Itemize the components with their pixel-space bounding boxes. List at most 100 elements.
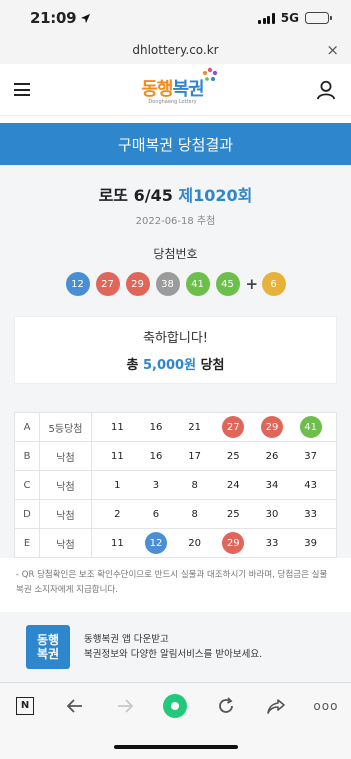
ticket-number: 3 xyxy=(152,479,160,491)
app-logo-line-1: 동행 xyxy=(36,633,60,647)
ticket-number: 11 xyxy=(110,450,124,462)
ticket-game-label: D xyxy=(14,499,40,529)
signal-icon xyxy=(258,12,275,24)
ticket-number: 33 xyxy=(265,537,279,549)
ticket-number: 39 xyxy=(304,537,317,549)
ticket-number: 6 xyxy=(152,508,160,520)
ticket-number: 26 xyxy=(265,450,279,462)
draw-title: 로또 6/45 제1020회 xyxy=(14,182,337,206)
prize-amount-line: 총 5,000원 당첨 xyxy=(126,354,224,373)
site-logo[interactable]: 동행복권 Donghaeng Lottery xyxy=(141,67,217,105)
winning-number-ball: 45 xyxy=(215,272,240,296)
ticket-numbers-cell: 11 16 17 25 26 37 xyxy=(91,441,337,471)
ticket-game-label: C xyxy=(14,470,40,500)
forward-button[interactable] xyxy=(110,691,140,721)
back-button[interactable] xyxy=(60,691,90,721)
winning-number-ball: 27 xyxy=(95,272,120,296)
more-button[interactable]: ooo xyxy=(311,691,341,721)
prize-prefix: 총 xyxy=(126,358,143,373)
winning-number-ball: 12 xyxy=(65,272,90,296)
draw-date: 2022-06-18 추첨 xyxy=(135,216,216,227)
ticket-rank: 낙첨 xyxy=(39,441,92,471)
app-logo: 동행 복권 xyxy=(26,625,70,669)
status-bar: 21:09 5G xyxy=(0,0,351,36)
status-time: 21:09 xyxy=(30,9,77,27)
more-icon: ooo xyxy=(313,698,339,713)
naver-n-icon: N xyxy=(16,696,35,715)
ticket-number: 21 xyxy=(188,421,201,433)
ticket-rank: 낙첨 xyxy=(39,499,92,529)
draw-name: 로또 6/45 xyxy=(98,186,173,205)
ticket-game-label: B xyxy=(14,441,40,471)
logo-subtitle: Donghaeng Lottery xyxy=(148,98,197,105)
app-logo-line-2: 복권 xyxy=(36,647,60,661)
ticket-number: 34 xyxy=(265,479,279,491)
url-bar[interactable]: dhlottery.co.kr × xyxy=(0,36,351,64)
network-label: 5G xyxy=(280,11,299,25)
ticket-number: 30 xyxy=(265,508,279,520)
prize-suffix: 당첨 xyxy=(196,358,225,373)
ticket-numbers-cell: 2 6 8 25 30 33 xyxy=(91,499,337,529)
close-icon[interactable]: × xyxy=(326,41,339,59)
ticket-rank: 낙첨 xyxy=(39,470,92,500)
ticket-number: 25 xyxy=(226,508,240,520)
location-arrow-icon xyxy=(81,13,91,23)
home-dot-icon xyxy=(163,693,188,718)
ticket-rank: 5등당첨 xyxy=(39,412,92,442)
app-promo-text: 동행복권 앱 다운받고 복권정보와 다양한 알림서비스를 받아보세요. xyxy=(84,632,262,662)
ticket-number-matched: 41 xyxy=(299,416,322,438)
ticket-game-label: E xyxy=(14,528,40,558)
ticket-number: 20 xyxy=(188,537,201,549)
status-indicators: 5G xyxy=(258,11,332,25)
app-promo-line-1: 동행복권 앱 다운받고 xyxy=(84,634,169,645)
logo-text-part-2: 복권 xyxy=(172,78,205,100)
reload-button[interactable] xyxy=(211,691,241,721)
share-button[interactable] xyxy=(261,691,291,721)
ticket-number: 2 xyxy=(114,508,121,520)
back-arrow-icon xyxy=(66,698,83,713)
page-title: 구매복권 당첨결과 xyxy=(117,135,234,154)
ticket-numbers-cell: 1 3 8 24 34 43 xyxy=(91,470,337,500)
ticket-number-matched: 12 xyxy=(144,532,167,554)
status-time-group: 21:09 xyxy=(30,9,91,27)
share-icon xyxy=(266,698,285,714)
ticket-number: 37 xyxy=(304,450,317,462)
notice-text: - QR 당첨확인은 보조 확인수단이므로 반드시 실물과 대조하시기 바라며,… xyxy=(0,558,351,612)
ticket-number: 11 xyxy=(110,537,124,549)
ticket-number: 25 xyxy=(226,450,240,462)
ticket-number: 11 xyxy=(110,421,124,433)
ticket-row: B 낙첨 11 16 17 25 26 37 xyxy=(14,441,337,471)
winning-number-ball: 29 xyxy=(125,272,150,296)
ticket-number: 1 xyxy=(114,479,121,491)
site-header: 동행복권 Donghaeng Lottery xyxy=(0,64,351,116)
naver-n-button[interactable]: N xyxy=(10,691,40,721)
ticket-numbers-cell: 11 16 21 27 29 41 xyxy=(91,412,337,442)
ticket-game-label: A xyxy=(14,412,40,442)
winning-number-ball: 41 xyxy=(185,272,210,296)
congrats-text: 축하합니다! xyxy=(142,331,208,346)
ticket-number: 16 xyxy=(149,421,163,433)
home-button[interactable] xyxy=(160,691,190,721)
logo-text-part-1: 동행 xyxy=(141,78,173,100)
prize-summary: 축하합니다! 총 5,000원 당첨 xyxy=(14,316,337,384)
winning-numbers-label: 당첨번호 xyxy=(153,247,198,261)
ticket-number-matched: 29 xyxy=(260,416,283,438)
prize-amount: 5,000원 xyxy=(142,358,197,373)
app-promo-banner[interactable]: 동행 복권 동행복권 앱 다운받고 복권정보와 다양한 알림서비스를 받아보세요… xyxy=(0,612,351,682)
home-indicator[interactable] xyxy=(113,745,238,749)
user-icon[interactable] xyxy=(315,79,337,101)
winning-number-ball: 38 xyxy=(155,272,180,296)
battery-icon xyxy=(305,12,332,24)
url-text: dhlottery.co.kr xyxy=(132,43,219,57)
forward-arrow-icon xyxy=(118,698,134,713)
ticket-number: 33 xyxy=(304,508,317,520)
bonus-number-ball: 6 xyxy=(261,272,286,296)
ticket-row: C 낙첨 1 3 8 24 34 43 xyxy=(14,470,337,500)
menu-icon[interactable] xyxy=(14,83,30,96)
app-promo-line-2: 복권정보와 다양한 알림서비스를 받아보세요. xyxy=(84,649,263,660)
ticket-number-matched: 29 xyxy=(222,532,245,554)
logo-swirl-icon xyxy=(202,67,217,81)
page-title-banner: 구매복권 당첨결과 xyxy=(0,123,351,165)
ticket-number: 8 xyxy=(191,479,198,491)
winning-numbers: 12 27 29 38 41 45 +6 xyxy=(14,272,337,296)
